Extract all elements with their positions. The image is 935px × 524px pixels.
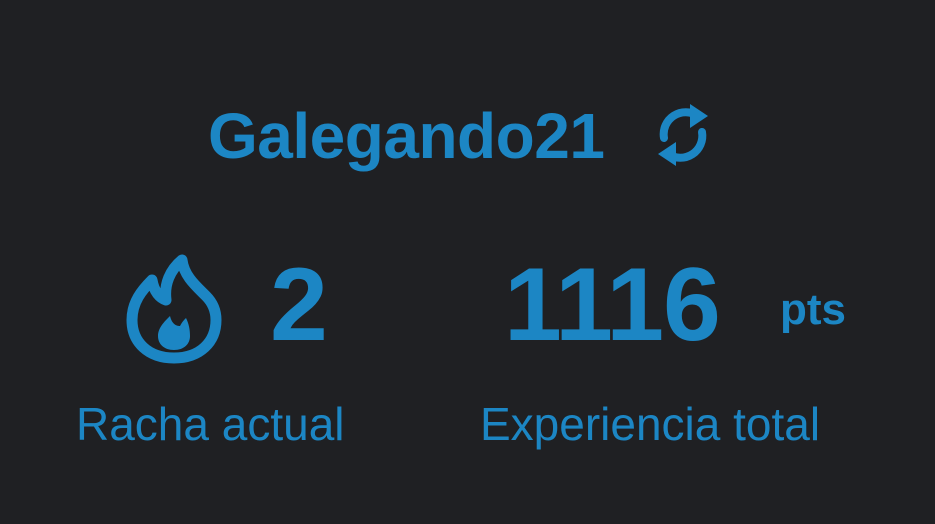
profile-header: Galegando21 [0,92,935,182]
streak-value: 2 [270,247,328,363]
experience-label: Experiencia total [480,398,821,450]
experience-stat: 1116 pts Experiencia total [470,247,890,468]
streak-label: Racha actual [76,398,345,450]
refresh-icon[interactable] [650,98,716,172]
flame-icon [126,254,222,364]
username: Galegando21 [208,100,605,172]
experience-unit: pts [780,285,846,334]
streak-stat: 2 Racha actual [60,247,390,468]
experience-value: 1116 [504,247,721,363]
